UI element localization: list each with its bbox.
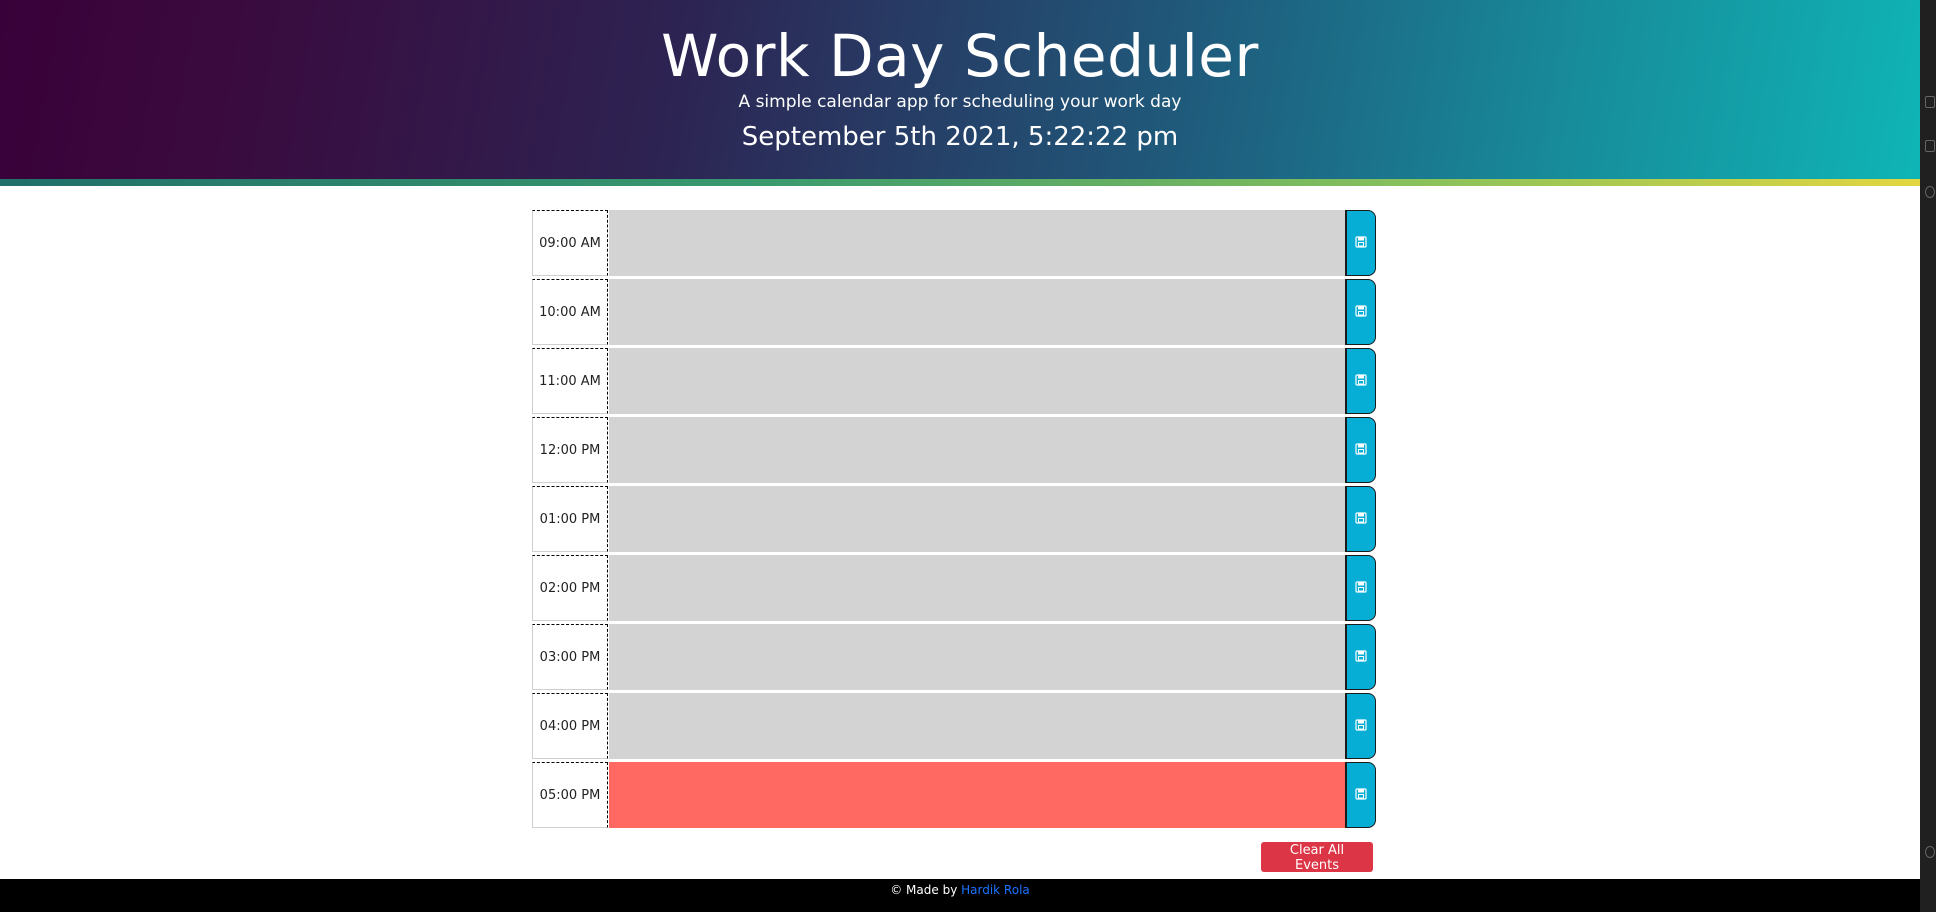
clear-all-button[interactable]: Clear All Events xyxy=(1261,842,1373,873)
window-icon xyxy=(1925,846,1935,858)
window-edge xyxy=(1920,0,1936,912)
save-button[interactable] xyxy=(1345,762,1376,828)
time-block: 02:00 PM xyxy=(532,555,1376,622)
hour-label: 04:00 PM xyxy=(532,693,608,759)
author-link[interactable]: Hardik Rola xyxy=(961,883,1030,897)
save-button[interactable] xyxy=(1345,486,1376,552)
save-icon xyxy=(1355,442,1367,458)
time-block: 12:00 PM xyxy=(532,417,1376,484)
event-input[interactable] xyxy=(609,762,1345,828)
page-title: Work Day Scheduler xyxy=(661,22,1259,90)
time-block: 10:00 AM xyxy=(532,279,1376,346)
save-button[interactable] xyxy=(1345,279,1376,345)
event-input[interactable] xyxy=(609,624,1345,690)
window-icon xyxy=(1925,186,1935,198)
save-icon xyxy=(1355,580,1367,596)
current-datetime: September 5th 2021, 5:22:22 pm xyxy=(741,122,1179,152)
page: Work Day Scheduler A simple calendar app… xyxy=(0,0,1920,912)
save-button[interactable] xyxy=(1345,417,1376,483)
hour-label: 11:00 AM xyxy=(532,348,608,414)
hour-label: 10:00 AM xyxy=(532,279,608,345)
time-block: 04:00 PM xyxy=(532,693,1376,760)
hour-label: 09:00 AM xyxy=(532,210,608,276)
hour-label: 02:00 PM xyxy=(532,555,608,621)
event-input[interactable] xyxy=(609,693,1345,759)
window-icon xyxy=(1925,140,1935,152)
page-subtitle: A simple calendar app for scheduling you… xyxy=(738,92,1182,112)
footer: © Made by Hardik Rola xyxy=(0,879,1920,912)
hour-label: 03:00 PM xyxy=(532,624,608,690)
hour-label: 01:00 PM xyxy=(532,486,608,552)
save-button[interactable] xyxy=(1345,210,1376,276)
save-button[interactable] xyxy=(1345,624,1376,690)
save-icon xyxy=(1355,235,1367,251)
event-input[interactable] xyxy=(609,210,1345,276)
hour-label: 12:00 PM xyxy=(532,417,608,483)
save-icon xyxy=(1355,373,1367,389)
save-icon xyxy=(1355,718,1367,734)
save-button[interactable] xyxy=(1345,693,1376,759)
time-block: 11:00 AM xyxy=(532,348,1376,415)
time-block: 05:00 PM xyxy=(532,762,1376,829)
footer-text: © Made by xyxy=(890,883,962,897)
schedule: 09:00 AM 10:00 AM 11:00 AM 12:00 PM 01:0… xyxy=(532,210,1376,831)
time-block: 01:00 PM xyxy=(532,486,1376,553)
event-input[interactable] xyxy=(609,348,1345,414)
save-button[interactable] xyxy=(1345,555,1376,621)
hour-label: 05:00 PM xyxy=(532,762,608,828)
event-input[interactable] xyxy=(609,417,1345,483)
time-block: 09:00 AM xyxy=(532,210,1376,277)
save-icon xyxy=(1355,787,1367,803)
event-input[interactable] xyxy=(609,555,1345,621)
header-divider xyxy=(0,179,1920,186)
save-icon xyxy=(1355,304,1367,320)
window-icon xyxy=(1925,96,1935,108)
event-input[interactable] xyxy=(609,279,1345,345)
save-icon xyxy=(1355,649,1367,665)
event-input[interactable] xyxy=(609,486,1345,552)
save-button[interactable] xyxy=(1345,348,1376,414)
time-block: 03:00 PM xyxy=(532,624,1376,691)
save-icon xyxy=(1355,511,1367,527)
header: Work Day Scheduler A simple calendar app… xyxy=(0,0,1920,179)
